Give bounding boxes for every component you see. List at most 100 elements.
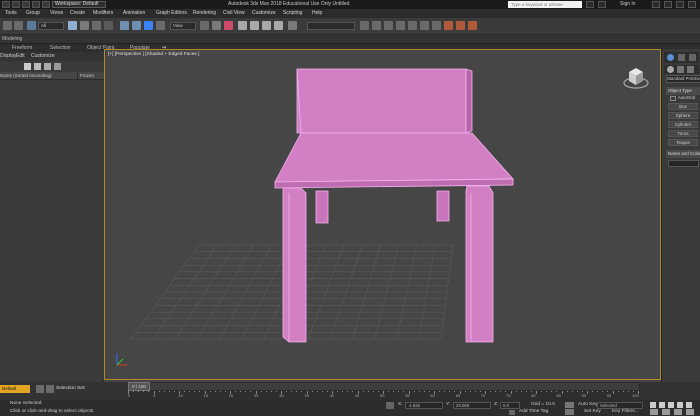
box-button[interactable]: Box	[668, 103, 698, 110]
chair-model[interactable]	[274, 68, 514, 343]
autogrid-checkbox[interactable]	[670, 96, 676, 101]
time-slider-track[interactable]	[128, 382, 640, 391]
pivot-center-icon[interactable]	[200, 21, 209, 30]
menu-edit[interactable]: Edit	[16, 52, 25, 61]
menu-display[interactable]: Display	[0, 52, 16, 61]
viewcube-icon[interactable]	[622, 64, 650, 92]
minimize-icon[interactable]	[664, 1, 672, 8]
time-config-icon[interactable]	[650, 409, 658, 415]
goto-end-icon[interactable]	[686, 402, 692, 408]
window-crossing-icon[interactable]	[104, 21, 113, 30]
snaps-toggle-icon[interactable]	[238, 21, 247, 30]
app-menu-icon[interactable]	[2, 1, 10, 8]
geometry-icon[interactable]	[667, 66, 674, 73]
rectangle-selection-icon[interactable]	[92, 21, 101, 30]
default-layer-badge[interactable]: Default	[0, 385, 30, 393]
filter-icon[interactable]	[24, 63, 31, 70]
lights-icon[interactable]	[687, 66, 694, 73]
layer-icon[interactable]	[54, 63, 61, 70]
absolute-mode-icon[interactable]	[386, 402, 394, 409]
select-manipulate-icon[interactable]	[212, 21, 221, 30]
set-key-icon[interactable]	[565, 409, 574, 415]
menu-scripting[interactable]: Scripting	[283, 9, 302, 18]
orbit-icon[interactable]	[674, 409, 682, 415]
x-coordinate-field[interactable]: -1.842	[405, 402, 443, 409]
angle-snap-icon[interactable]	[250, 21, 259, 30]
chair-back-leg-right[interactable]	[436, 190, 450, 222]
search-icon[interactable]	[586, 1, 594, 8]
menu-customize[interactable]: Customize	[252, 9, 276, 18]
menu-modifiers[interactable]: Modifiers	[93, 9, 113, 18]
chair-backrest-side[interactable]	[465, 68, 473, 134]
create-tab-icon[interactable]	[667, 54, 674, 61]
named-selection-sets-select[interactable]	[307, 22, 355, 30]
zoom-icon[interactable]	[662, 409, 670, 415]
keyboard-shortcut-icon[interactable]	[224, 21, 233, 30]
material-editor-icon[interactable]	[432, 21, 441, 30]
curve-editor-icon[interactable]	[408, 21, 417, 30]
align-icon[interactable]	[372, 21, 381, 30]
hierarchy-tab-icon[interactable]	[689, 54, 696, 61]
render-production-icon[interactable]	[468, 21, 477, 30]
cylinder-button[interactable]: Cylinder	[668, 121, 698, 128]
auto-key-button[interactable]: Auto Key	[578, 402, 597, 407]
mirror-icon[interactable]	[360, 21, 369, 30]
rendered-frame-window-icon[interactable]	[456, 21, 465, 30]
teapot-button[interactable]: Teapot	[668, 139, 698, 146]
menu-views[interactable]: Views	[50, 9, 63, 18]
ribbon-tab-selection[interactable]: Selection	[50, 44, 71, 52]
help-icon[interactable]	[652, 1, 660, 8]
add-time-tag-button[interactable]: Add Time Tag	[519, 409, 548, 414]
link-icon[interactable]	[27, 21, 36, 30]
chair-front-leg-right[interactable]	[465, 185, 494, 343]
pan-icon[interactable]	[686, 409, 694, 415]
undo-icon[interactable]	[3, 21, 12, 30]
ribbon-modeling-label[interactable]: Modeling	[2, 35, 22, 43]
schematic-view-icon[interactable]	[420, 21, 429, 30]
goto-start-icon[interactable]	[650, 402, 656, 408]
name-color-rollout[interactable]: Name and Color	[666, 150, 700, 158]
menu-create[interactable]: Create	[70, 9, 85, 18]
menu-tools[interactable]: Tools	[5, 9, 17, 18]
selected-keys-select[interactable]: Selected	[597, 402, 643, 409]
menu-group[interactable]: Group	[26, 9, 40, 18]
reference-coordinate-select[interactable]: View	[170, 22, 196, 30]
select-by-name-icon[interactable]	[80, 21, 89, 30]
selection-filter-select[interactable]: All	[38, 22, 64, 30]
select-object-icon[interactable]	[68, 21, 77, 30]
selection-lock-icon[interactable]	[46, 385, 54, 393]
menu-customize-explorer[interactable]: Customize	[31, 52, 55, 61]
scale-icon[interactable]	[144, 21, 153, 30]
find-icon[interactable]	[44, 63, 51, 70]
viewport-label[interactable]: [+] [Perspective ] [Shaded + Edged Faces…	[108, 52, 199, 57]
edit-named-selection-icon[interactable]	[288, 21, 297, 30]
time-tag-icon[interactable]	[509, 410, 515, 415]
next-frame-icon[interactable]	[677, 402, 683, 408]
ribbon-tab-freeform[interactable]: Freeform	[12, 44, 32, 52]
modify-tab-icon[interactable]	[678, 54, 685, 61]
undo-icon[interactable]	[42, 1, 50, 8]
place-icon[interactable]	[156, 21, 165, 30]
track-bar-ruler[interactable]: 0 5 10 15 20 25 30 35 40 45 50 55 60 65 70 75 80 85 90 95 10…	[128, 391, 640, 400]
spinner-snap-icon[interactable]	[274, 21, 283, 30]
scene-explorer-icon[interactable]	[396, 21, 405, 30]
object-type-rollout[interactable]: Object Type	[666, 87, 700, 95]
previous-frame-icon[interactable]	[659, 402, 665, 408]
user-icon[interactable]	[598, 1, 606, 8]
rotate-icon[interactable]	[132, 21, 141, 30]
z-coordinate-field[interactable]: 0.0	[500, 402, 520, 409]
chair-front-leg-left[interactable]	[282, 187, 307, 343]
perspective-viewport[interactable]	[104, 49, 661, 380]
move-icon[interactable]	[120, 21, 129, 30]
chair-seat-top[interactable]	[274, 132, 514, 183]
shapes-icon[interactable]	[677, 66, 684, 73]
isolate-icon[interactable]	[36, 385, 44, 393]
primitive-type-select[interactable]: Standard Primitives	[666, 75, 700, 83]
key-mode-icon[interactable]	[565, 402, 574, 408]
key-filters-button[interactable]: Key Filters...	[612, 409, 639, 414]
save-file-icon[interactable]	[32, 1, 40, 8]
sphere-button[interactable]: Sphere	[668, 112, 698, 119]
scene-object-list[interactable]	[0, 80, 104, 380]
column-name-header[interactable]: Name (Sorted Ascending)	[0, 72, 52, 80]
menu-animation[interactable]: Animation	[123, 9, 145, 18]
